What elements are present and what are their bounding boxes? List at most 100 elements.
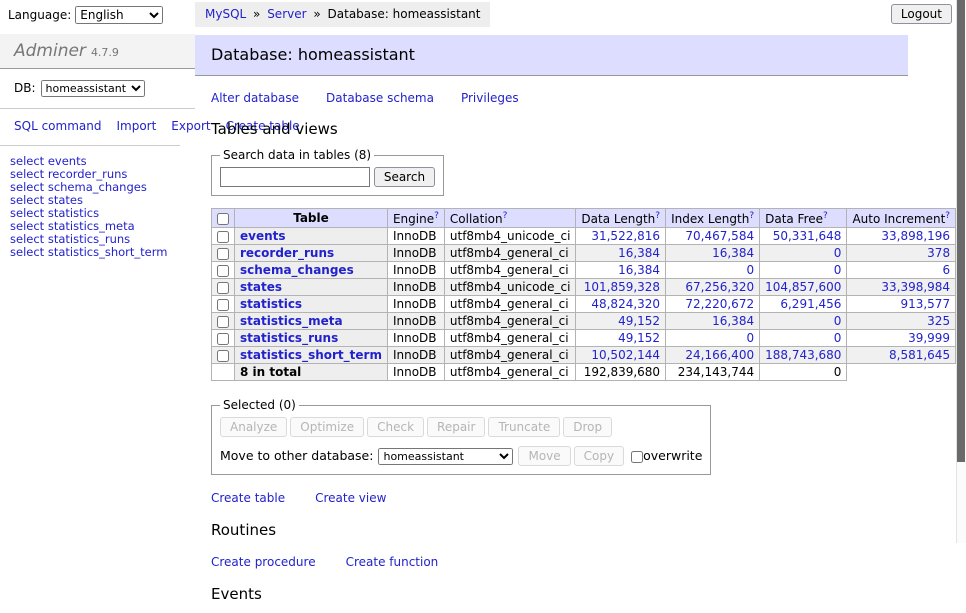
auto-increment-cell: 33,398,984: [847, 279, 956, 296]
total-data-length: 192,839,680: [576, 364, 666, 381]
row-checkbox-statistics[interactable]: [217, 299, 229, 311]
alter-database-link[interactable]: Alter database: [211, 91, 299, 105]
help-icon[interactable]: ?: [434, 211, 439, 221]
table-row-statistics_short_term: statistics_short_termInnoDButf8mb4_gener…: [212, 347, 966, 364]
header-data-length: Data Length?: [576, 209, 666, 228]
optimize-button[interactable]: Optimize: [290, 417, 364, 437]
copy-button[interactable]: Copy: [574, 446, 624, 466]
index-length-cell: 0: [666, 262, 760, 279]
vertical-scrollbar[interactable]: [956, 0, 966, 543]
adminer-version: 4.7.9: [91, 46, 119, 59]
table-name-cell: statistics_short_term: [235, 347, 388, 364]
create-procedure-link[interactable]: Create procedure: [211, 555, 316, 569]
main-content: MySQL » Server » Database: homeassistant…: [195, 0, 908, 613]
collation-cell: utf8mb4_general_ci: [444, 245, 576, 262]
check-button[interactable]: Check: [367, 417, 424, 437]
total-data-free: 0: [760, 364, 847, 381]
index-length-cell: 0: [666, 330, 760, 347]
row-checkbox-cell: [212, 279, 235, 296]
row-checkbox-statistics_short_term[interactable]: [217, 350, 229, 362]
move-button[interactable]: Move: [518, 446, 570, 466]
row-checkbox-recorder_runs[interactable]: [217, 248, 229, 260]
breadcrumb: MySQL » Server » Database: homeassistant: [195, 2, 490, 27]
collation-cell: utf8mb4_general_ci: [444, 313, 576, 330]
create-table-link[interactable]: Create table: [211, 491, 285, 505]
help-icon[interactable]: ?: [749, 211, 754, 221]
row-checkbox-states[interactable]: [217, 282, 229, 294]
help-sup: ?: [823, 210, 828, 221]
collation-cell: utf8mb4_general_ci: [444, 330, 576, 347]
table-link-statistics_meta[interactable]: statistics_meta: [240, 314, 343, 328]
row-checkbox-cell: [212, 228, 235, 245]
collation-cell: utf8mb4_unicode_ci: [444, 279, 576, 296]
table-link-events[interactable]: events: [240, 229, 286, 243]
row-checkbox-cell: [212, 347, 235, 364]
data-length-cell: 16,384: [576, 245, 666, 262]
row-checkbox-cell: [212, 313, 235, 330]
scrollbar-thumb[interactable]: [957, 0, 965, 462]
table-link-statistics[interactable]: statistics: [240, 297, 302, 311]
table-link-schema_changes[interactable]: schema_changes: [240, 263, 354, 277]
engine-cell: InnoDB: [387, 330, 444, 347]
auto-increment-cell: 6: [847, 262, 956, 279]
table-link-recorder_runs[interactable]: recorder_runs: [240, 246, 334, 260]
data-length-cell: 31,522,816: [576, 228, 666, 245]
repair-button[interactable]: Repair: [427, 417, 485, 437]
db-select[interactable]: homeassistant: [41, 80, 145, 97]
total-label: 8 in total: [235, 364, 388, 381]
table-row-statistics_meta: statistics_metaInnoDButf8mb4_general_ci4…: [212, 313, 966, 330]
analyze-button[interactable]: Analyze: [220, 417, 287, 437]
help-icon[interactable]: ?: [823, 211, 828, 221]
sidebar-select-statistics-short-term[interactable]: select statistics_short_term: [10, 246, 195, 259]
index-length-cell: 72,220,672: [666, 296, 760, 313]
help-sup: ?: [503, 210, 508, 221]
help-sup: ?: [749, 210, 754, 221]
row-checkbox-events[interactable]: [217, 231, 229, 243]
move-db-select[interactable]: homeassistant: [378, 448, 513, 465]
table-link-statistics_short_term[interactable]: statistics_short_term: [240, 348, 382, 362]
total-engine: InnoDB: [387, 364, 444, 381]
help-icon[interactable]: ?: [655, 211, 660, 221]
table-name-cell: states: [235, 279, 388, 296]
help-sup: ?: [945, 210, 950, 221]
table-row-events: events InnoDButf8mb4_unicode_ci31,522,816…: [212, 228, 966, 245]
help-icon[interactable]: ?: [945, 211, 950, 221]
adminer-logo: Adminer4.7.9: [0, 34, 195, 69]
create-function-link[interactable]: Create function: [346, 555, 439, 569]
breadcrumb-separator: »: [249, 7, 264, 21]
search-input[interactable]: [220, 167, 370, 187]
auto-increment-cell: 378: [847, 245, 956, 262]
collation-cell: utf8mb4_general_ci: [444, 296, 576, 313]
selected-buttons-row: AnalyzeOptimizeCheckRepairTruncateDrop: [220, 417, 702, 437]
index-length-cell: 24,166,400: [666, 347, 760, 364]
sidebar-action-sql-command[interactable]: SQL command: [14, 119, 101, 133]
table-link-statistics_runs[interactable]: statistics_runs: [240, 331, 338, 345]
language-row: Language:English: [0, 0, 195, 28]
drop-button[interactable]: Drop: [563, 417, 612, 437]
sidebar-table-links: select eventsselect recorder_runsselect …: [0, 146, 195, 259]
breadcrumb-link-server[interactable]: Server: [267, 7, 306, 21]
total-collation: utf8mb4_general_ci: [444, 364, 576, 381]
engine-cell: InnoDB: [387, 347, 444, 364]
search-button[interactable]: Search: [374, 167, 435, 187]
table-link-states[interactable]: states: [240, 280, 282, 294]
truncate-button[interactable]: Truncate: [488, 417, 560, 437]
select-all-checkbox[interactable]: [217, 213, 229, 225]
database-schema-link[interactable]: Database schema: [326, 91, 434, 105]
privileges-link[interactable]: Privileges: [461, 91, 519, 105]
engine-cell: InnoDB: [387, 296, 444, 313]
create-view-link[interactable]: Create view: [315, 491, 386, 505]
row-checkbox-schema_changes[interactable]: [217, 265, 229, 277]
row-checkbox-statistics_meta[interactable]: [217, 316, 229, 328]
sidebar-action-import[interactable]: Import: [116, 119, 156, 133]
engine-cell: InnoDB: [387, 228, 444, 245]
overwrite-checkbox[interactable]: [631, 451, 643, 463]
collation-cell: utf8mb4_general_ci: [444, 262, 576, 279]
language-select[interactable]: English: [75, 6, 163, 24]
sidebar-actions: SQL commandImportExportCreate table: [0, 109, 180, 146]
row-checkbox-statistics_runs[interactable]: [217, 333, 229, 345]
help-icon[interactable]: ?: [503, 211, 508, 221]
move-label: Move to other database:: [220, 448, 373, 463]
breadcrumb-link-mysql[interactable]: MySQL: [205, 7, 246, 21]
collation-cell: utf8mb4_unicode_ci: [444, 228, 576, 245]
